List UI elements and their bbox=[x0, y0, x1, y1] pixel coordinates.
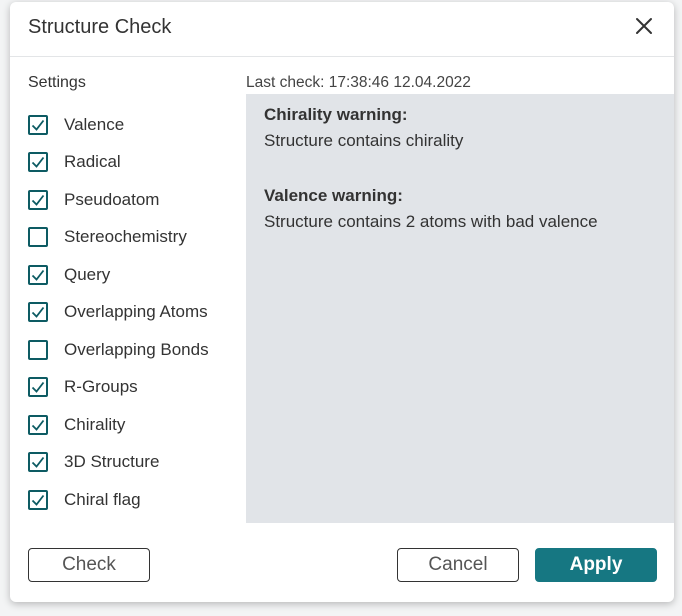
checkmark-icon bbox=[31, 419, 45, 431]
warning-text: Structure contains 2 atoms with bad vale… bbox=[264, 212, 598, 231]
check-button[interactable]: Check bbox=[28, 548, 150, 582]
checkmark-icon bbox=[31, 457, 45, 469]
checkbox[interactable] bbox=[28, 114, 48, 135]
setting-query[interactable]: Query bbox=[28, 256, 238, 294]
checkbox[interactable] bbox=[28, 489, 48, 510]
setting-valence[interactable]: Valence bbox=[28, 106, 238, 144]
setting-label: Valence bbox=[64, 114, 125, 134]
close-button[interactable] bbox=[632, 14, 656, 38]
setting-radical[interactable]: Radical bbox=[28, 144, 238, 182]
warning-title: Valence warning: bbox=[264, 186, 403, 205]
setting-label: 3D Structure bbox=[64, 452, 160, 472]
setting-label: Chirality bbox=[64, 414, 126, 434]
checkbox[interactable] bbox=[28, 452, 48, 473]
structure-check-dialog: Structure Check Settings Valence Radical… bbox=[10, 2, 674, 602]
setting-chiral-flag[interactable]: Chiral flag bbox=[28, 481, 238, 519]
setting-stereochemistry[interactable]: Stereochemistry bbox=[28, 219, 238, 257]
warning-item: Valence warning: Structure contains 2 at… bbox=[264, 185, 656, 233]
setting-overlapping-atoms[interactable]: Overlapping Atoms bbox=[28, 294, 238, 332]
checkmark-icon bbox=[31, 307, 45, 319]
cancel-button[interactable]: Cancel bbox=[397, 548, 519, 582]
last-check-timestamp: Last check: 17:38:46 12.04.2022 bbox=[246, 74, 471, 91]
warning-item: Chirality warning: Structure contains ch… bbox=[264, 104, 656, 152]
close-icon bbox=[636, 18, 652, 34]
setting-label: Chiral flag bbox=[64, 489, 141, 509]
setting-pseudoatom[interactable]: Pseudoatom bbox=[28, 181, 238, 219]
setting-label: Query bbox=[64, 264, 111, 284]
checkbox[interactable] bbox=[28, 339, 48, 360]
setting-label: Overlapping Atoms bbox=[64, 302, 208, 322]
warning-title: Chirality warning: bbox=[264, 105, 408, 124]
settings-checklist: Valence Radical Pseudoatom Stereochemist… bbox=[28, 106, 238, 519]
apply-button[interactable]: Apply bbox=[535, 548, 657, 582]
checkbox[interactable] bbox=[28, 302, 48, 323]
setting-label: Overlapping Bonds bbox=[64, 339, 209, 359]
checkbox[interactable] bbox=[28, 414, 48, 435]
checkbox[interactable] bbox=[28, 189, 48, 210]
settings-label: Settings bbox=[28, 74, 86, 91]
dialog-header: Structure Check bbox=[10, 2, 674, 57]
setting-3d-structure[interactable]: 3D Structure bbox=[28, 444, 238, 482]
setting-label: R-Groups bbox=[64, 377, 138, 397]
setting-overlapping-bonds[interactable]: Overlapping Bonds bbox=[28, 331, 238, 369]
checkbox[interactable] bbox=[28, 264, 48, 285]
warning-text: Structure contains chirality bbox=[264, 131, 464, 150]
setting-r-groups[interactable]: R-Groups bbox=[28, 369, 238, 407]
checkmark-icon bbox=[31, 157, 45, 169]
checkmark-icon bbox=[31, 269, 45, 281]
results-panel: Chirality warning: Structure contains ch… bbox=[246, 94, 674, 523]
checkmark-icon bbox=[31, 494, 45, 506]
checkbox[interactable] bbox=[28, 377, 48, 398]
dialog-title: Structure Check bbox=[28, 16, 172, 38]
setting-chirality[interactable]: Chirality bbox=[28, 406, 238, 444]
setting-label: Pseudoatom bbox=[64, 189, 160, 209]
checkbox[interactable] bbox=[28, 227, 48, 248]
setting-label: Stereochemistry bbox=[64, 227, 187, 247]
checkmark-icon bbox=[31, 382, 45, 394]
checkmark-icon bbox=[31, 194, 45, 206]
setting-label: Radical bbox=[64, 152, 121, 172]
checkmark-icon bbox=[31, 119, 45, 131]
checkbox[interactable] bbox=[28, 152, 48, 173]
